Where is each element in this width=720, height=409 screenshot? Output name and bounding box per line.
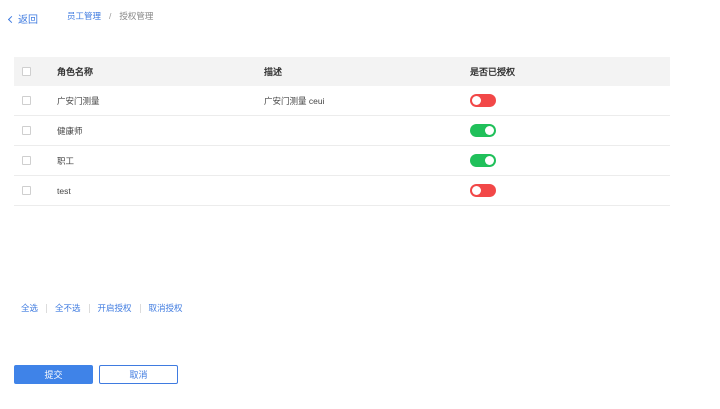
bulk-actions: 全选 全不选 开启授权 取消授权 — [21, 302, 183, 314]
authorization-toggle[interactable] — [470, 154, 496, 167]
role-name-cell: test — [57, 185, 71, 196]
enable-authorization-link[interactable]: 开启授权 — [98, 302, 132, 314]
description-cell: 广安门测量 ceui — [264, 95, 325, 106]
toggle-knob — [485, 126, 494, 135]
divider — [46, 303, 48, 313]
table-body: 广安门测量 广安门测量 ceui 健康师职工 test — [14, 86, 670, 206]
back-button[interactable]: 返回 — [7, 11, 38, 26]
row-checkbox[interactable] — [22, 126, 31, 135]
select-all-checkbox[interactable] — [22, 67, 31, 76]
row-checkbox[interactable] — [22, 156, 31, 165]
table-row: 广安门测量 广安门测量 ceui — [14, 86, 670, 116]
row-checkbox[interactable] — [22, 186, 31, 195]
table-row: 健康师 — [14, 116, 670, 146]
cancel-button[interactable]: 取消 — [99, 365, 178, 384]
breadcrumb-staff-management[interactable]: 员工管理 — [67, 10, 101, 22]
toggle-knob — [472, 96, 481, 105]
table-header: 角色名称 描述 是否已授权 — [14, 57, 670, 86]
chevron-left-icon — [7, 15, 16, 23]
breadcrumb-separator: / — [109, 11, 112, 21]
divider — [139, 303, 141, 313]
role-table: 角色名称 描述 是否已授权 广安门测量 广安门测量 ceui 健康师职工 test — [14, 57, 670, 206]
column-header-role-name: 角色名称 — [57, 67, 94, 77]
column-header-description: 描述 — [264, 67, 283, 77]
select-all-link[interactable]: 全选 — [21, 302, 38, 314]
back-label: 返回 — [18, 15, 38, 26]
divider — [88, 303, 90, 313]
select-none-link[interactable]: 全不选 — [55, 302, 81, 314]
role-name-cell: 广安门测量 — [57, 95, 100, 106]
row-checkbox[interactable] — [22, 96, 31, 105]
top-bar: 返回 员工管理 / 授权管理 — [0, 0, 720, 32]
toggle-knob — [472, 186, 481, 195]
authorization-toggle[interactable] — [470, 124, 496, 137]
table-row: 职工 — [14, 146, 670, 176]
toggle-knob — [485, 156, 494, 165]
authorization-toggle[interactable] — [470, 94, 496, 107]
role-name-cell: 健康师 — [57, 125, 83, 136]
breadcrumb-auth-management: 授权管理 — [119, 11, 154, 21]
column-header-authorized: 是否已授权 — [470, 67, 516, 77]
table-row: test — [14, 176, 670, 206]
cancel-authorization-link[interactable]: 取消授权 — [149, 302, 183, 314]
breadcrumb: 员工管理 / 授权管理 — [67, 10, 153, 22]
authorization-toggle[interactable] — [470, 184, 496, 197]
submit-button[interactable]: 提交 — [14, 365, 93, 384]
role-name-cell: 职工 — [57, 155, 75, 166]
